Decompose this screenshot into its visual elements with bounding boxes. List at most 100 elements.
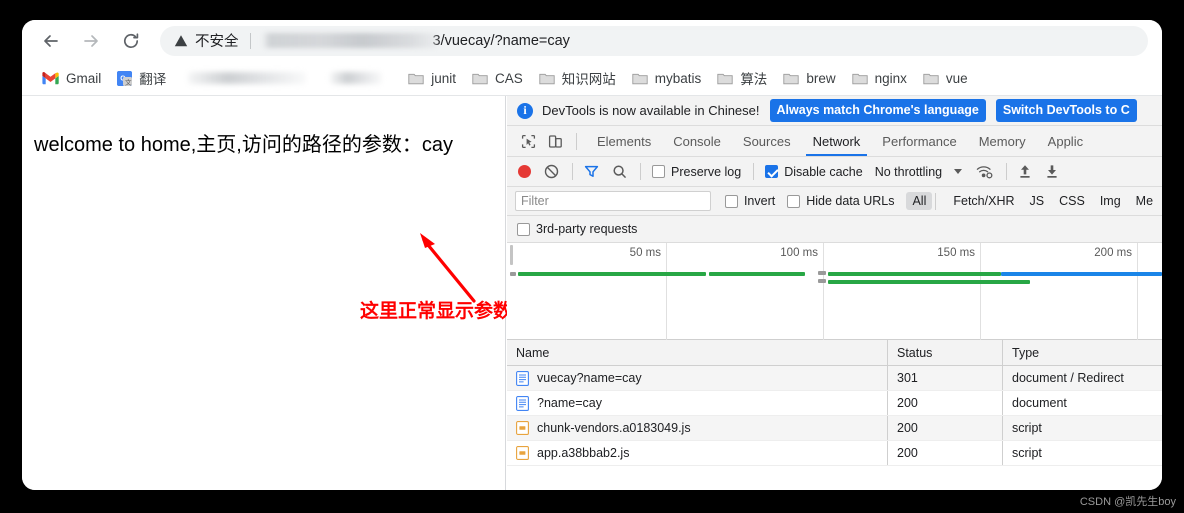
clear-requests-icon[interactable]: [544, 164, 559, 179]
bookmark-folder-cas[interactable]: CAS: [464, 65, 531, 91]
disable-cache-checkbox[interactable]: [765, 165, 779, 178]
bookmark-label: Gmail: [66, 70, 102, 86]
bookmark-folder-knowledge[interactable]: 知识网站: [531, 65, 624, 91]
bookmark-label: 翻译: [139, 72, 167, 87]
network-overview-timeline[interactable]: 50 ms 100 ms 150 ms 200 ms: [507, 243, 1162, 340]
request-type-cell: script: [1002, 416, 1162, 440]
bookmark-folder-junit[interactable]: junit: [400, 65, 464, 91]
bookmark-translate[interactable]: G 文 翻译: [109, 65, 174, 91]
tabbar-divider: [576, 132, 577, 150]
third-party-requests-label: 3rd-party requests: [536, 222, 638, 236]
table-row[interactable]: chunk-vendors.a0183049.js 200 script: [507, 416, 1162, 441]
bookmark-gmail[interactable]: Gmail: [34, 65, 109, 91]
browser-toolbar: 不安全 3/vuecay/?name=cay: [22, 20, 1162, 61]
waterfall-bar: [510, 272, 516, 276]
folder-icon: [717, 72, 733, 85]
filter-type-all[interactable]: All: [906, 192, 933, 210]
svg-text:文: 文: [125, 77, 132, 85]
table-row[interactable]: app.a38bbab2.js 200 script: [507, 441, 1162, 466]
filter-type-img[interactable]: Img: [1094, 192, 1127, 210]
hide-data-urls-checkbox[interactable]: [787, 194, 801, 208]
toolbar-divider-2: [640, 163, 641, 180]
table-header-row: Name Status Type: [507, 340, 1162, 366]
script-icon: [516, 421, 529, 435]
hide-data-urls-label: Hide data URLs: [806, 194, 895, 208]
filter-type-css[interactable]: CSS: [1053, 192, 1091, 210]
toolbar-divider-4: [1006, 163, 1008, 180]
document-icon: [516, 370, 529, 386]
third-party-requests-row: 3rd-party requests: [507, 216, 1162, 243]
overview-tick-100ms: 100 ms: [667, 243, 824, 340]
tab-application[interactable]: Applic: [1037, 126, 1094, 156]
filter-type-fetch-xhr[interactable]: Fetch/XHR: [947, 192, 1020, 210]
export-har-icon[interactable]: [1045, 164, 1059, 179]
throttling-value[interactable]: No throttling: [875, 165, 942, 179]
back-button[interactable]: [34, 24, 68, 58]
filter-input[interactable]: [515, 191, 711, 211]
import-har-icon[interactable]: [1018, 164, 1032, 179]
bookmark-redacted-1[interactable]: [188, 72, 307, 84]
bookmark-redacted-2[interactable]: [330, 72, 383, 84]
bookmark-folder-mybatis[interactable]: mybatis: [624, 65, 710, 91]
tab-sources[interactable]: Sources: [732, 126, 802, 156]
address-bar[interactable]: 不安全 3/vuecay/?name=cay: [160, 25, 1148, 56]
filter-funnel-icon[interactable]: [584, 164, 599, 179]
preserve-log-checkbox[interactable]: [652, 165, 665, 178]
table-row[interactable]: vuecay?name=cay 301 document / Redirect: [507, 366, 1162, 391]
tab-elements[interactable]: Elements: [586, 126, 662, 156]
chevron-down-icon[interactable]: [954, 169, 963, 174]
info-icon: i: [517, 102, 533, 119]
waterfall-bar: [828, 280, 1030, 284]
devtools-tab-bar: Elements Console Sources Network Perform…: [507, 126, 1162, 157]
tab-memory[interactable]: Memory: [968, 126, 1037, 156]
request-type-cell: document: [1002, 391, 1162, 415]
tab-console[interactable]: Console: [662, 126, 732, 156]
bookmark-folder-brew[interactable]: brew: [775, 65, 843, 91]
filter-type-js[interactable]: JS: [1024, 192, 1051, 210]
watermark: CSDN @凯先生boy: [1079, 496, 1176, 508]
column-header-status[interactable]: Status: [887, 340, 1002, 365]
folder-icon: [783, 72, 799, 85]
bookmark-label: CAS: [495, 70, 523, 86]
bookmark-label: brew: [806, 70, 836, 86]
device-toolbar-icon[interactable]: [544, 130, 567, 152]
bookmark-folder-algorithm[interactable]: 算法: [709, 65, 775, 91]
network-conditions-icon[interactable]: [976, 164, 993, 179]
tab-network[interactable]: Network: [802, 126, 872, 156]
bookmarks-bar: Gmail G 文 翻译 junit CAS 知识网站 mybatis 算法 b…: [22, 61, 1162, 96]
column-header-type[interactable]: Type: [1002, 340, 1162, 365]
request-name-cell: ?name=cay: [507, 395, 887, 411]
inspect-element-icon[interactable]: [517, 130, 540, 152]
network-filter-bar: Invert Hide data URLs All Fetch/XHR JS C…: [507, 187, 1162, 216]
column-header-name[interactable]: Name: [507, 346, 887, 360]
folder-icon: [408, 72, 424, 85]
network-requests-table: Name Status Type vuecay?name=cay 301 doc…: [507, 340, 1162, 466]
filter-type-media[interactable]: Me: [1130, 192, 1159, 210]
overview-tick-200ms: 200 ms: [981, 243, 1138, 340]
warning-triangle-icon: [174, 34, 188, 48]
invert-checkbox[interactable]: [724, 194, 738, 208]
reload-button[interactable]: [114, 24, 148, 58]
tab-performance[interactable]: Performance: [871, 126, 967, 156]
bookmark-folder-vue[interactable]: vue: [915, 65, 976, 91]
search-icon[interactable]: [612, 164, 627, 179]
page-body-text: welcome to home,主页,访问的路径的参数：cay: [34, 134, 453, 156]
request-name-cell: app.a38bbab2.js: [507, 446, 887, 460]
third-party-requests-checkbox[interactable]: [517, 222, 530, 236]
screenshot-root: 不安全 3/vuecay/?name=cay Gmail G 文 翻译 juni…: [0, 0, 1184, 513]
waterfall-bar: [818, 271, 826, 275]
overview-tick-150ms: 150 ms: [824, 243, 981, 340]
forward-button[interactable]: [74, 24, 108, 58]
waterfall-bar: [828, 272, 1001, 276]
bookmark-label: nginx: [874, 70, 907, 86]
waterfall-bar: [818, 279, 826, 283]
bookmark-label: vue: [945, 70, 968, 86]
switch-devtools-language-button[interactable]: Switch DevTools to C: [995, 99, 1137, 122]
record-button[interactable]: [518, 165, 531, 178]
google-translate-icon: G 文: [117, 70, 133, 86]
bookmark-folder-nginx[interactable]: nginx: [844, 65, 915, 91]
always-match-language-button[interactable]: Always match Chrome's language: [769, 99, 986, 122]
table-row[interactable]: ?name=cay 200 document: [507, 391, 1162, 416]
request-type-cell: document / Redirect: [1002, 366, 1162, 390]
devtools-panel: i DevTools is now available in Chinese! …: [507, 96, 1162, 490]
